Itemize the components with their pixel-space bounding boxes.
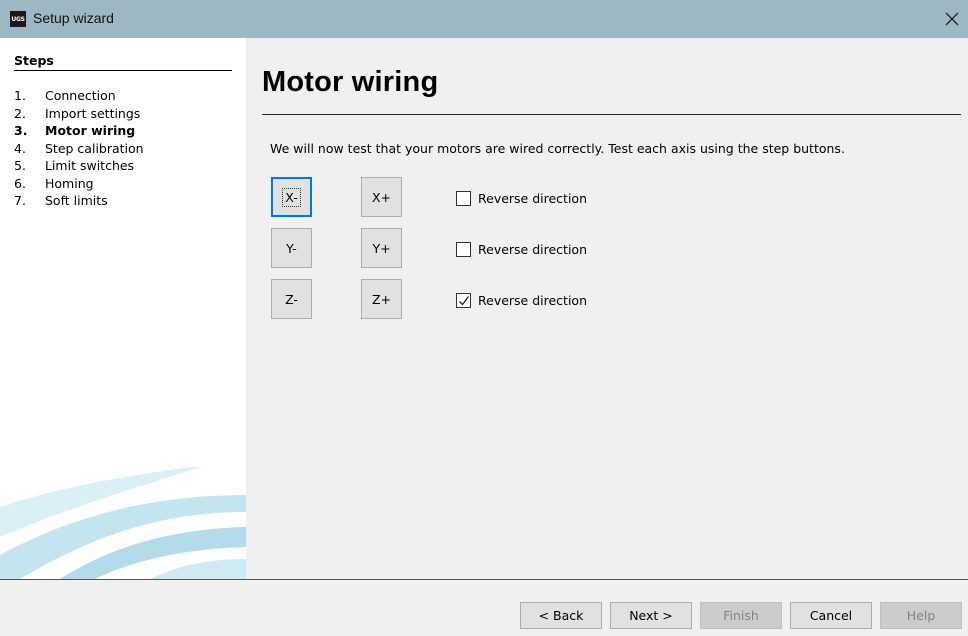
finish-button[interactable]: Finish [700, 602, 782, 629]
back-button[interactable]: < Back [520, 602, 602, 629]
z-plus-label: Z+ [371, 291, 392, 307]
x-plus-button[interactable]: X+ [361, 177, 402, 217]
x-minus-button[interactable]: X- [271, 177, 312, 217]
decorative-swoosh-graphic [0, 467, 246, 579]
step-label: Soft limits [45, 193, 108, 209]
checkbox-box[interactable] [456, 190, 471, 206]
step-number: 6. [14, 175, 26, 191]
step-item-connection: 1. Connection [14, 87, 144, 105]
step-item-homing: 6. Homing [14, 175, 144, 193]
step-item-step-calibration: 4. Step calibration [14, 140, 144, 158]
z-minus-label: Z- [285, 291, 298, 307]
checkbox-label: Reverse direction [478, 241, 587, 257]
step-item-limit-switches: 5. Limit switches [14, 157, 144, 175]
step-label: Import settings [45, 105, 141, 121]
next-button[interactable]: Next > [610, 602, 692, 629]
step-label: Connection [45, 88, 116, 104]
step-item-motor-wiring: 3. Motor wiring [14, 122, 144, 140]
title-bar: UGS Setup wizard [0, 0, 968, 38]
help-button[interactable]: Help [880, 602, 962, 629]
y-minus-label: Y- [286, 240, 297, 256]
step-label: Motor wiring [45, 123, 136, 139]
step-label: Step calibration [45, 140, 144, 156]
step-item-soft-limits: 7. Soft limits [14, 192, 144, 210]
y-minus-button[interactable]: Y- [271, 228, 312, 268]
page-title: Motor wiring [262, 66, 439, 98]
step-number: 7. [14, 193, 26, 209]
checkbox-label: Reverse direction [478, 292, 587, 308]
y-plus-button[interactable]: Y+ [361, 228, 402, 268]
step-number: 5. [14, 158, 26, 174]
step-number: 1. [14, 88, 26, 104]
step-label: Limit switches [45, 158, 135, 174]
z-minus-button[interactable]: Z- [271, 279, 312, 319]
checkbox-label: Reverse direction [478, 190, 587, 206]
ugs-app-icon: UGS [10, 11, 26, 27]
footer-divider [0, 579, 968, 580]
title-divider [262, 114, 961, 115]
close-icon[interactable] [940, 7, 964, 31]
steps-heading: Steps [14, 53, 54, 68]
steps-divider [14, 70, 232, 71]
z-plus-button[interactable]: Z+ [361, 279, 402, 319]
checkbox-box[interactable] [456, 292, 471, 308]
step-number: 3. [14, 123, 28, 139]
z-reverse-direction-checkbox[interactable]: Reverse direction [456, 292, 587, 308]
y-reverse-direction-checkbox[interactable]: Reverse direction [456, 241, 587, 257]
steps-panel: Steps 1. Connection 2. Import settings 3… [0, 38, 246, 579]
step-label: Homing [45, 175, 94, 191]
x-reverse-direction-checkbox[interactable]: Reverse direction [456, 190, 587, 206]
step-number: 2. [14, 105, 26, 121]
y-plus-label: Y+ [372, 240, 391, 256]
checkmark-icon [459, 295, 470, 305]
cancel-button[interactable]: Cancel [790, 602, 872, 629]
step-number: 4. [14, 140, 26, 156]
checkbox-box[interactable] [456, 241, 471, 257]
instructions-text: We will now test that your motors are wi… [270, 141, 845, 156]
step-item-import-settings: 2. Import settings [14, 105, 144, 123]
window-title: Setup wizard [33, 10, 114, 26]
x-plus-label: X+ [371, 189, 392, 205]
x-minus-label: X- [282, 187, 301, 207]
steps-list: 1. Connection 2. Import settings 3. Moto… [14, 87, 144, 210]
